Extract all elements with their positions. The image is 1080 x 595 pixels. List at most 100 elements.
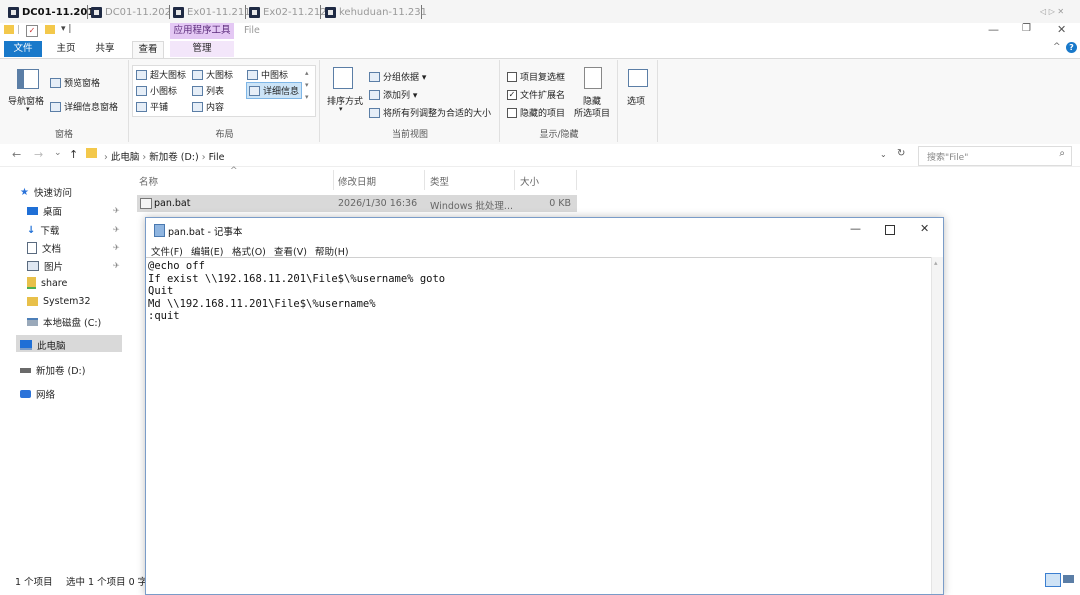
nav-item-downloads[interactable]: ↓ 下载	[27, 223, 59, 238]
vm-tab-ex02-212[interactable]: Ex02-11.212	[249, 4, 327, 20]
pin-icon[interactable]: ✈	[113, 225, 120, 234]
checkbox-checked-icon[interactable]: ✓	[507, 89, 517, 100]
layout-details[interactable]: 详细信息	[246, 82, 303, 99]
menu-help[interactable]: 帮助(H)	[315, 244, 349, 258]
checkbox-icon[interactable]	[507, 107, 517, 118]
vm-icon	[173, 6, 184, 18]
menu-file[interactable]: 文件(F)	[151, 244, 183, 258]
layout-tiles[interactable]: 平铺	[136, 100, 168, 113]
nav-item-network[interactable]: 网络	[20, 387, 55, 401]
nav-item-quick-access[interactable]: ★ 快速访问	[20, 185, 72, 200]
file-extensions-toggle[interactable]: ✓ 文件扩展名	[507, 88, 565, 101]
vm-tab-kehuduan-231[interactable]: kehuduan-11.231	[325, 4, 427, 20]
layout-gallery-scroll[interactable]: ▴ ▾ ▾	[305, 69, 309, 101]
layout-small-icons[interactable]: 小图标	[136, 84, 177, 97]
pin-icon[interactable]: ✈	[113, 261, 120, 270]
hide-selected-sub[interactable]: 所选项目	[574, 106, 610, 119]
notepad-content[interactable]: @echo off If exist \\192.168.11.201\File…	[148, 260, 445, 323]
column-header-size[interactable]: 大小	[520, 174, 539, 188]
layout-medium-icons[interactable]: 中图标	[247, 68, 288, 81]
scroll-up-icon[interactable]: ▴	[934, 259, 938, 267]
menu-edit[interactable]: 编辑(E)	[191, 244, 223, 258]
minimize-icon[interactable]: —	[988, 23, 999, 36]
fit-columns-button[interactable]: 将所有列调整为合适的大小	[369, 106, 491, 119]
layout-content[interactable]: 内容	[192, 100, 224, 113]
help-icon[interactable]: ?	[1066, 42, 1077, 53]
hidden-items-toggle[interactable]: 隐藏的项目	[507, 106, 565, 119]
layout-large-icons[interactable]: 大图标	[192, 68, 233, 81]
vm-tab-dc01-202[interactable]: DC01-11.202	[91, 4, 171, 20]
notepad-vertical-scrollbar[interactable]: ▴	[931, 257, 943, 594]
forward-button[interactable]: →	[34, 148, 43, 161]
nav-item-drive-d[interactable]: 新加卷 (D:)	[20, 363, 85, 377]
tab-home[interactable]: 主页	[48, 41, 84, 57]
file-extensions-label: 文件扩展名	[520, 91, 566, 101]
scroll-down-icon[interactable]: ▾	[305, 81, 309, 89]
notepad-text-area[interactable]: @echo off If exist \\192.168.11.201\File…	[146, 257, 932, 595]
column-header-type[interactable]: 类型	[430, 174, 449, 188]
properties-icon[interactable]: ✓	[26, 25, 38, 37]
nav-item-drive-c[interactable]: 本地磁盘 (C:)	[27, 315, 101, 329]
qat-dropdown-icon[interactable]: ▾ |	[61, 24, 71, 34]
tab-file[interactable]: 文件	[4, 41, 42, 57]
large-icons-view-icon[interactable]	[1063, 575, 1074, 583]
notepad-minimize-icon[interactable]: —	[850, 222, 861, 235]
menu-format[interactable]: 格式(O)	[232, 244, 266, 258]
menu-view[interactable]: 查看(V)	[274, 244, 307, 258]
address-dropdown-icon[interactable]: ⌄	[880, 150, 887, 159]
checkbox-icon[interactable]	[507, 71, 517, 82]
nav-item-share[interactable]: share	[27, 277, 67, 289]
column-divider[interactable]	[424, 170, 425, 190]
vm-tab-ex01-211[interactable]: Ex01-11.211	[173, 4, 251, 20]
pin-icon[interactable]: ✈	[113, 243, 120, 252]
layout-extra-large-icons[interactable]: 超大图标	[136, 68, 186, 81]
breadcrumb-this-pc[interactable]: 此电脑	[111, 152, 140, 163]
notepad-maximize-icon[interactable]	[885, 225, 895, 235]
search-input[interactable]: 搜索"File" ⌕	[918, 146, 1072, 166]
nav-pane-dropdown-icon[interactable]: ▾	[26, 105, 30, 113]
nav-item-this-pc[interactable]: 此电脑	[20, 338, 66, 352]
options-button[interactable]: 选项	[627, 94, 645, 107]
tab-share[interactable]: 共享	[88, 41, 122, 57]
ribbon-collapse-icon[interactable]: ^	[1053, 42, 1061, 52]
restore-icon[interactable]: ❐	[1022, 23, 1031, 34]
item-checkboxes-toggle[interactable]: 项目复选框	[507, 70, 565, 83]
layout-list[interactable]: 列表	[192, 84, 224, 97]
nav-item-desktop[interactable]: 桌面	[27, 204, 62, 218]
sort-dropdown-icon[interactable]: ▾	[339, 105, 343, 113]
tab-manage[interactable]: 管理	[170, 41, 234, 57]
column-divider[interactable]	[333, 170, 334, 190]
details-view-icon[interactable]	[1045, 573, 1061, 587]
breadcrumb-file[interactable]: File	[209, 152, 225, 163]
close-icon[interactable]: ✕	[1057, 23, 1066, 36]
new-folder-icon[interactable]	[45, 25, 55, 34]
gallery-more-icon[interactable]: ▾	[305, 93, 309, 101]
nav-item-documents[interactable]: 文档	[27, 241, 61, 255]
nav-item-system32[interactable]: System32	[27, 296, 91, 307]
notepad-title-bar[interactable]: pan.bat - 记事本 — ✕	[146, 218, 943, 240]
notepad-window[interactable]: pan.bat - 记事本 — ✕ 文件(F) 编辑(E) 格式(O) 查看(V…	[145, 217, 944, 595]
nav-pane-icon	[17, 69, 39, 89]
add-column-button[interactable]: 添加列 ▾	[369, 88, 417, 101]
tab-scroll-arrows[interactable]: ◁ ▷ ✕	[1040, 7, 1064, 16]
nav-item-pictures[interactable]: 图片	[27, 259, 63, 273]
breadcrumb-drive-d[interactable]: 新加卷 (D:)	[149, 152, 198, 163]
preview-pane-button[interactable]: 预览窗格	[50, 76, 100, 89]
sort-by-button[interactable]: 排序方式	[327, 94, 363, 107]
recent-locations-button[interactable]: ⌄	[54, 148, 62, 158]
refresh-icon[interactable]: ↻	[897, 148, 905, 159]
back-button[interactable]: ←	[12, 148, 21, 161]
group-by-button[interactable]: 分组依据 ▾	[369, 70, 426, 83]
column-divider[interactable]	[576, 170, 577, 190]
table-row[interactable]: pan.bat 2026/1/30 16:36 Windows 批处理... 0…	[137, 195, 577, 212]
scroll-up-icon[interactable]: ▴	[305, 69, 309, 77]
notepad-close-icon[interactable]: ✕	[920, 222, 929, 235]
up-button[interactable]: ↑	[69, 148, 78, 161]
tab-view[interactable]: 查看	[132, 41, 164, 58]
pin-icon[interactable]: ✈	[113, 206, 120, 215]
column-header-name[interactable]: 名称	[139, 174, 158, 188]
column-header-modified[interactable]: 修改日期	[338, 174, 376, 188]
details-pane-button[interactable]: 详细信息窗格	[50, 100, 118, 113]
column-divider[interactable]	[514, 170, 515, 190]
vm-tab-dc01-201[interactable]: DC01-11.201	[8, 4, 94, 20]
